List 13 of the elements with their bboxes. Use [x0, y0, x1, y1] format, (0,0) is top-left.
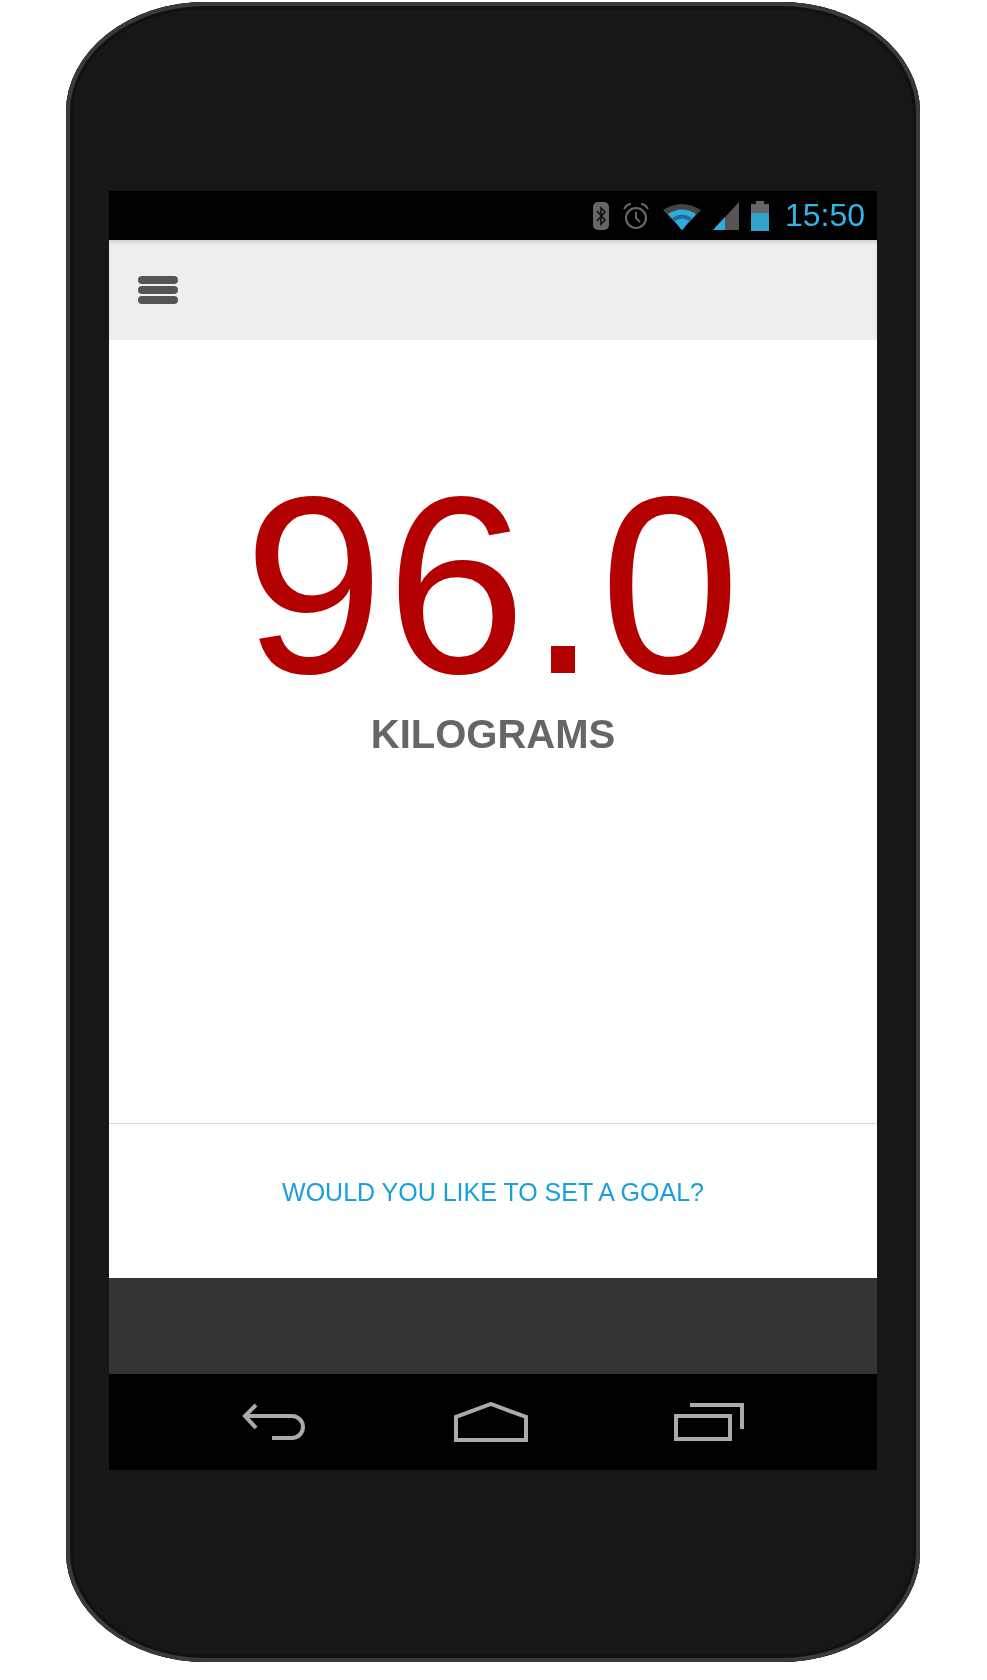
- battery-icon: [750, 200, 769, 231]
- recent-apps-icon[interactable]: [674, 1403, 744, 1441]
- weight-value: 96.0: [243, 460, 743, 712]
- menu-icon[interactable]: [138, 276, 178, 304]
- weight-unit: KILOGRAMS: [370, 712, 616, 757]
- signal-icon: [712, 201, 739, 230]
- alarm-clock-icon: [620, 201, 651, 230]
- bluetooth-icon: [592, 201, 609, 230]
- set-goal-link[interactable]: WOULD YOU LIKE TO SET A GOAL?: [282, 1178, 704, 1210]
- clock-time: 15:50: [784, 197, 865, 234]
- wifi-icon: [662, 201, 701, 230]
- home-icon[interactable]: [454, 1402, 528, 1442]
- back-icon[interactable]: [242, 1403, 308, 1441]
